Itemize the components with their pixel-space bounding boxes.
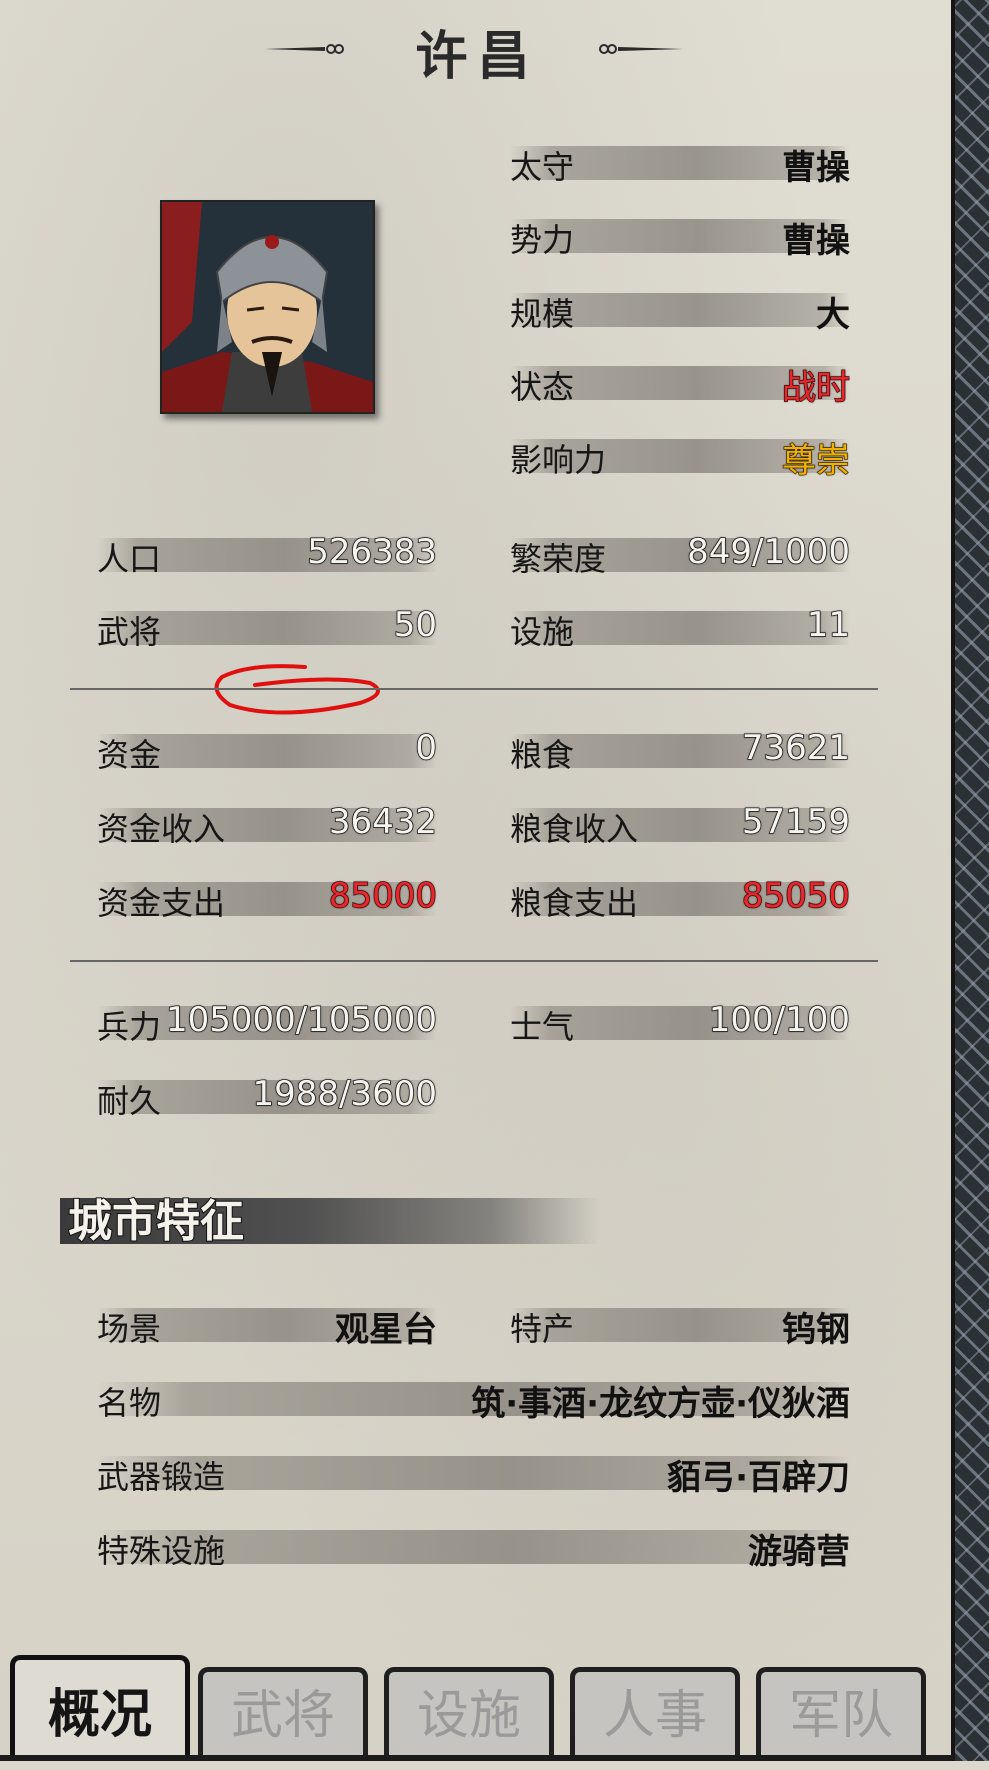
facilities-row: 设施 11	[510, 604, 851, 651]
morale-row: 士气 100/100	[510, 999, 851, 1046]
specialty-label: 特产	[510, 1310, 575, 1348]
governor-label: 太守	[510, 148, 575, 186]
funds-value: 0	[415, 727, 438, 769]
funds-income-value: 36432	[328, 801, 438, 843]
special-facility-label: 特殊设施	[97, 1532, 226, 1570]
governor-portrait[interactable]	[160, 200, 375, 414]
famous-items-row: 名物 筑·事酒·龙纹方壶·仪狄酒	[97, 1376, 850, 1424]
food-label: 粮食	[510, 736, 575, 774]
population-row: 人口 526383	[97, 531, 438, 578]
status-label: 状态	[510, 368, 575, 406]
funds-income-row: 资金收入 36432	[97, 801, 438, 848]
food-income-value: 57159	[741, 801, 851, 843]
morale-value: 100/100	[708, 999, 851, 1041]
food-row: 粮食 73621	[510, 727, 851, 774]
red-scribble-annotation	[214, 664, 380, 715]
funds-income-label: 资金收入	[97, 810, 226, 848]
tab-overview[interactable]: 概况	[10, 1655, 190, 1761]
status-row: 状态 战时	[510, 360, 851, 409]
faction-row: 势力 曹操	[510, 213, 850, 261]
general-portrait-image	[162, 202, 373, 412]
scene-value[interactable]: 观星台	[335, 1302, 437, 1351]
weapon-forging-label: 武器锻造	[97, 1458, 226, 1496]
influence-value: 尊崇	[781, 440, 851, 482]
influence-label: 影响力	[510, 441, 607, 479]
status-value: 战时	[781, 367, 851, 409]
food-income-label: 粮食收入	[510, 810, 639, 848]
food-expense-value: 85050	[741, 875, 851, 917]
influence-row: 影响力 尊崇	[510, 433, 851, 482]
population-label: 人口	[97, 540, 162, 578]
generals-value: 50	[393, 604, 438, 646]
title-area: 许昌	[0, 14, 955, 87]
bottom-tab-bar: 概况 武将 设施 人事 军队	[0, 1655, 955, 1761]
faction-value[interactable]: 曹操	[782, 213, 850, 262]
weapon-forging-row: 武器锻造 貊弓·百辟刀	[97, 1450, 850, 1498]
generals-label: 武将	[97, 613, 162, 651]
scale-label: 规模	[510, 295, 575, 333]
governor-row: 太守 曹操	[510, 140, 850, 188]
famous-items-value[interactable]: 筑·事酒·龙纹方壶·仪狄酒	[471, 1376, 850, 1425]
morale-label: 士气	[510, 1008, 575, 1046]
tab-personnel[interactable]: 人事	[570, 1667, 740, 1761]
prosperity-label: 繁荣度	[510, 540, 607, 578]
prosperity-row: 繁荣度 849/1000	[510, 531, 851, 578]
food-expense-label: 粮食支出	[510, 884, 639, 922]
troops-row: 兵力 105000/105000	[97, 999, 438, 1046]
prosperity-value: 849/1000	[686, 531, 850, 573]
troops-label: 兵力	[97, 1008, 162, 1046]
special-facility-row: 特殊设施 游骑营	[97, 1524, 850, 1572]
divider-2	[70, 960, 878, 962]
facilities-label: 设施	[510, 613, 575, 651]
scene-label: 场景	[97, 1310, 162, 1348]
scale-row: 规模 大	[510, 287, 850, 335]
tab-baseline	[0, 1755, 955, 1761]
durability-label: 耐久	[97, 1082, 162, 1120]
faction-label: 势力	[510, 221, 575, 259]
food-income-row: 粮食收入 57159	[510, 801, 851, 848]
famous-items-label: 名物	[97, 1384, 162, 1422]
governor-value[interactable]: 曹操	[782, 140, 850, 189]
food-value: 73621	[741, 727, 851, 769]
features-header: 城市特征	[67, 1195, 245, 1248]
specialty-row: 特产 钨钢	[510, 1302, 850, 1350]
scale-value: 大	[816, 295, 850, 335]
tab-facilities[interactable]: 设施	[384, 1667, 554, 1761]
funds-expense-label: 资金支出	[97, 884, 226, 922]
population-value: 526383	[306, 531, 437, 573]
funds-expense-row: 资金支出 85000	[97, 875, 438, 922]
title-ornament-right-icon	[599, 44, 683, 54]
food-expense-row: 粮食支出 85050	[510, 875, 851, 922]
durability-value: 1988/3600	[252, 1073, 438, 1115]
funds-expense-value: 85000	[328, 875, 438, 917]
troops-value: 105000/105000	[165, 999, 438, 1041]
generals-row: 武将 50	[97, 604, 438, 651]
city-title: 许昌	[415, 26, 540, 87]
tab-army[interactable]: 军队	[756, 1667, 926, 1761]
special-facility-value[interactable]: 游骑营	[748, 1524, 850, 1573]
divider-1	[70, 688, 878, 690]
funds-label: 资金	[97, 736, 162, 774]
facilities-value: 11	[806, 604, 851, 646]
scene-row: 场景 观星台	[97, 1302, 437, 1350]
weapon-forging-value[interactable]: 貊弓·百辟刀	[667, 1450, 850, 1499]
tab-generals[interactable]: 武将	[198, 1667, 368, 1761]
funds-row: 资金 0	[97, 727, 438, 774]
specialty-value[interactable]: 钨钢	[782, 1302, 850, 1351]
durability-row: 耐久 1988/3600	[97, 1073, 438, 1120]
decorative-frame-border	[951, 0, 989, 1761]
